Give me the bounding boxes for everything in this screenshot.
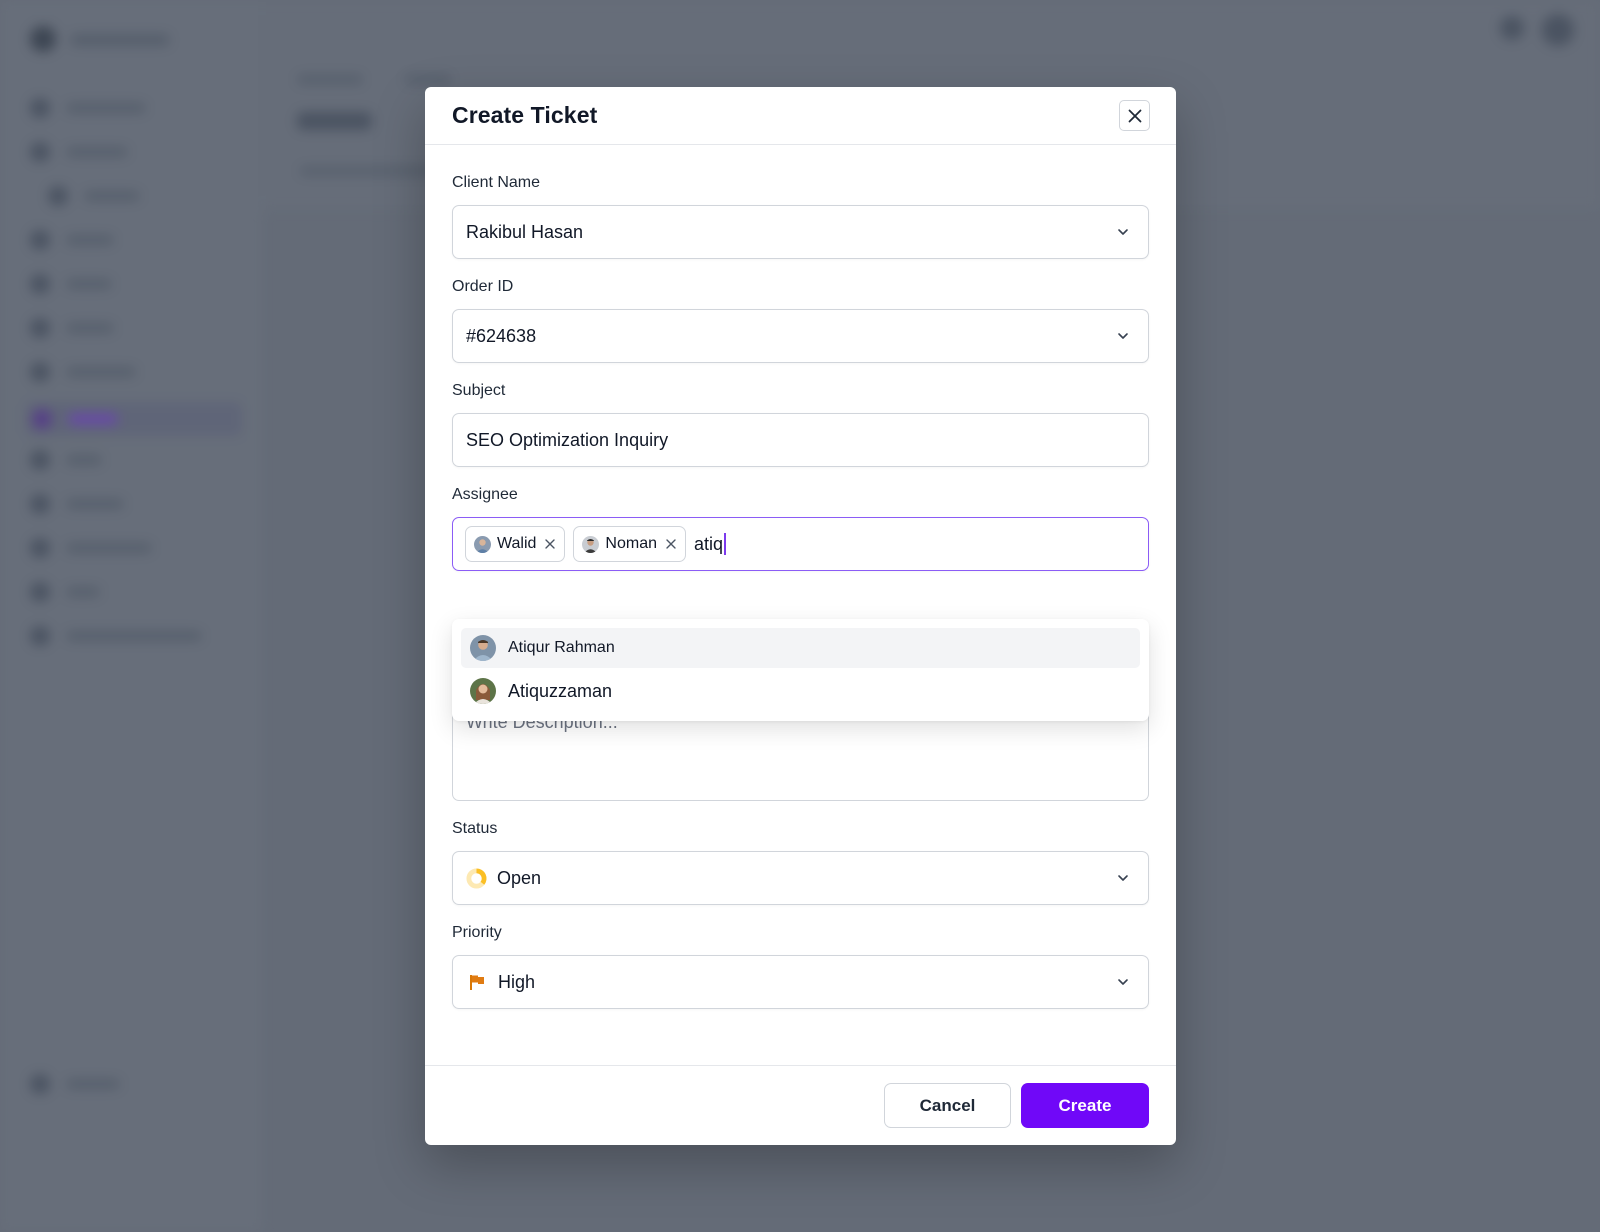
chevron-down-icon [1118, 333, 1128, 339]
background-nav-item [30, 360, 136, 384]
chevron-down-icon [1118, 979, 1128, 985]
background-nav-item [30, 316, 114, 340]
assignee-search-text: atiq [694, 533, 726, 555]
order-id-select[interactable]: #624638 [452, 309, 1149, 363]
avatar [474, 535, 491, 553]
background-nav-item [30, 272, 112, 296]
background-nav-item-active [26, 402, 242, 436]
suggestion-name: Atiquzzaman [508, 680, 613, 701]
client-name-field: Client Name Rakibul Hasan [452, 173, 1149, 259]
background-breadcrumb [405, 75, 451, 84]
avatar [582, 535, 600, 553]
background-nav-item [30, 580, 100, 604]
background-logo-text [70, 34, 170, 46]
assignee-chip-name: Walid [497, 535, 537, 552]
suggestion-item[interactable]: Atiquzzaman [461, 671, 1140, 711]
avatar [470, 635, 496, 661]
background-logo-icon [30, 26, 56, 52]
priority-field: Priority High [452, 923, 1149, 1009]
status-label: Status [452, 820, 498, 837]
modal-footer: Cancel Create [425, 1065, 1176, 1145]
assignee-chip: Noman [573, 526, 686, 562]
subject-field: Subject SEO Optimization Inquiry [452, 381, 1149, 467]
background-nav-item [48, 184, 140, 208]
flag-icon [470, 975, 484, 990]
assignee-field: Assignee Walid Noman atiq [452, 485, 1149, 571]
remove-chip-button[interactable] [545, 537, 556, 552]
priority-label: Priority [452, 924, 502, 941]
modal-header: Create Ticket [425, 87, 1176, 145]
priority-select[interactable]: High [452, 955, 1149, 1009]
create-button[interactable]: Create [1021, 1083, 1149, 1128]
background-page-title [297, 112, 372, 130]
client-name-label: Client Name [452, 174, 541, 191]
status-select[interactable]: Open [452, 851, 1149, 905]
close-icon [1128, 109, 1141, 122]
subject-input[interactable]: SEO Optimization Inquiry [452, 413, 1149, 467]
client-name-select[interactable]: Rakibul Hasan [452, 205, 1149, 259]
avatar [470, 678, 496, 704]
assignee-typed-value: atiq [694, 533, 724, 554]
background-nav-item [30, 448, 102, 472]
suggestion-name: Atiqur Rahman [508, 639, 615, 656]
create-ticket-modal: Create Ticket Client Name Rakibul Hasan … [425, 87, 1176, 1145]
status-open-icon [466, 867, 487, 889]
chevron-down-icon [1118, 229, 1128, 235]
assignee-chip-name: Noman [605, 535, 657, 552]
assignee-suggestions: Atiqur Rahman Atiquzzaman [452, 619, 1149, 721]
client-name-value: Rakibul Hasan [466, 221, 584, 242]
background-nav-item [30, 96, 146, 120]
modal-body: Client Name Rakibul Hasan Order ID #6246… [425, 145, 1176, 1065]
background-avatar [1542, 14, 1574, 46]
priority-value: High [498, 971, 536, 992]
status-field: Status Open [452, 819, 1149, 905]
assignee-chip: Walid [465, 526, 566, 562]
close-icon [666, 538, 676, 549]
subject-label: Subject [452, 382, 506, 399]
remove-chip-button[interactable] [666, 537, 676, 552]
modal-title: Create Ticket [452, 102, 598, 128]
close-icon [545, 538, 556, 549]
order-id-label: Order ID [452, 278, 514, 295]
suggestion-item[interactable]: Atiqur Rahman [461, 628, 1140, 668]
background-nav-item [30, 228, 114, 252]
background-sidebar [0, 0, 262, 1232]
text-caret [724, 533, 726, 555]
status-value: Open [497, 867, 542, 888]
cancel-button[interactable]: Cancel [884, 1083, 1011, 1128]
background-nav-item [30, 536, 152, 560]
order-id-field: Order ID #624638 [452, 277, 1149, 363]
background-breadcrumb [297, 75, 363, 84]
order-id-value: #624638 [466, 325, 537, 346]
subject-value: SEO Optimization Inquiry [466, 429, 669, 450]
chevron-down-icon [1118, 875, 1128, 881]
background-nav-item [30, 492, 124, 516]
background-nav-item [30, 624, 202, 648]
background-nav-item [30, 140, 128, 164]
close-button[interactable] [1119, 100, 1150, 131]
background-notification-icon [1500, 16, 1524, 40]
assignee-label: Assignee [452, 486, 518, 503]
background-nav-item [30, 1072, 120, 1096]
assignee-input[interactable]: Walid Noman atiq [452, 517, 1149, 571]
